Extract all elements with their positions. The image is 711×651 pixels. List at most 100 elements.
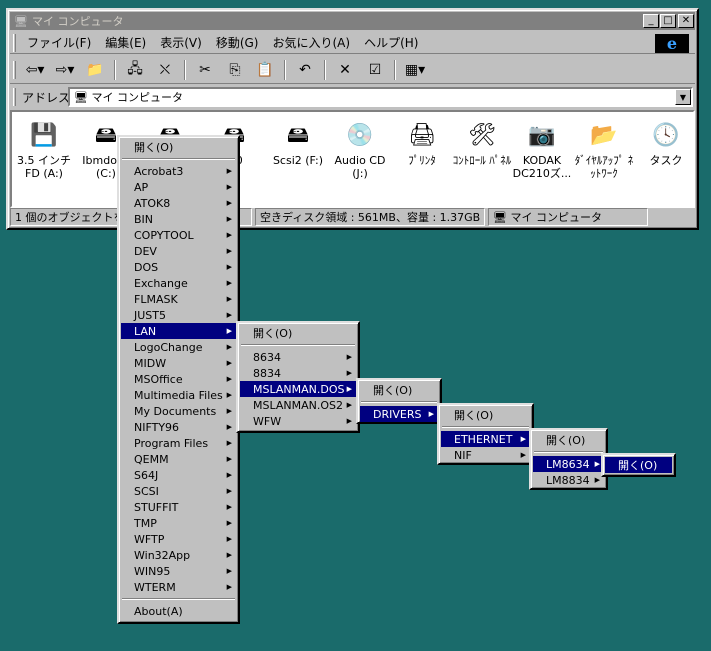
forward-icon[interactable]: ⇨▾ xyxy=(53,59,77,81)
menu-item-exchange[interactable]: Exchange ▶ xyxy=(121,275,236,291)
menu-item-my-documents[interactable]: My Documents ▶ xyxy=(121,403,236,419)
menu-item-about[interactable]: About(A) xyxy=(121,603,236,619)
menu-item-lm8834[interactable]: LM8834 ▶ xyxy=(533,472,604,488)
views-icon[interactable]: ▦▾ xyxy=(403,59,427,81)
menu-item-bin[interactable]: BIN ▶ xyxy=(121,211,236,227)
submenu-arrow-icon: ▶ xyxy=(226,503,232,511)
submenu-arrow-icon: ▶ xyxy=(226,423,232,431)
ie-logo-icon: e xyxy=(655,34,689,53)
menu-item-drivers[interactable]: DRIVERS ▶ xyxy=(360,406,438,422)
menu-item-lan[interactable]: LAN ▶ xyxy=(121,323,236,339)
menu-view[interactable]: 表示(V) xyxy=(153,34,209,51)
icon-label: ｺﾝﾄﾛｰﾙ ﾊﾟﾈﾙ xyxy=(452,154,512,167)
drive-j[interactable]: 💿 Audio CD (J:) xyxy=(330,120,390,180)
menu-item-open[interactable]: 開く(O) xyxy=(240,325,356,341)
menu-item-lm8634[interactable]: LM8634 ▶ xyxy=(533,456,604,472)
menu-edit[interactable]: 編集(E) xyxy=(98,34,153,51)
floppy-drive-icon: 💾 xyxy=(30,122,58,148)
menu-item-atok8[interactable]: ATOK8 ▶ xyxy=(121,195,236,211)
title-bar[interactable]: 🖥 マイ コンピュータ _ □ ✕ xyxy=(10,12,695,30)
menu-item-open[interactable]: 開く(O) xyxy=(441,407,530,423)
menu-item-label: MIDW xyxy=(134,356,167,370)
undo-icon[interactable]: ↶ xyxy=(293,59,317,81)
maximize-button[interactable]: □ xyxy=(660,14,676,28)
address-dropdown-button[interactable]: ▼ xyxy=(675,89,691,105)
delete-icon[interactable]: ✕ xyxy=(333,59,357,81)
disconnect-drive-icon[interactable]: ⛌ xyxy=(153,59,177,81)
menu-item-open[interactable]: 開く(O) xyxy=(360,382,438,398)
menu-item-s64j[interactable]: S64J ▶ xyxy=(121,467,236,483)
menu-item-wfw[interactable]: WFW ▶ xyxy=(240,413,356,429)
control-panel[interactable]: 🛠 ｺﾝﾄﾛｰﾙ ﾊﾟﾈﾙ xyxy=(452,120,512,167)
menu-item-program-files[interactable]: Program Files ▶ xyxy=(121,435,236,451)
menu-item-mslanman-os2[interactable]: MSLANMAN.OS2 ▶ xyxy=(240,397,356,413)
menu-item-ethernet[interactable]: ETHERNET ▶ xyxy=(441,431,530,447)
menu-item-win95[interactable]: WIN95 ▶ xyxy=(121,563,236,579)
menu-go[interactable]: 移動(G) xyxy=(209,34,266,51)
menu-item-dev[interactable]: DEV ▶ xyxy=(121,243,236,259)
icon-label: 3.5 インチ FD (A:) xyxy=(17,154,71,180)
submenu-arrow-icon: ▶ xyxy=(346,369,352,377)
menu-item-acrobat3[interactable]: Acrobat3 ▶ xyxy=(121,163,236,179)
menu-item-wftp[interactable]: WFTP ▶ xyxy=(121,531,236,547)
drive-a[interactable]: 💾 3.5 インチ FD (A:) xyxy=(14,120,74,180)
up-folder-icon[interactable]: 📁 xyxy=(83,59,107,81)
menu-item-multimedia-files[interactable]: Multimedia Files ▶ xyxy=(121,387,236,403)
scheduled-tasks-icon: 🕓 xyxy=(652,122,680,148)
icon-label: Audio CD (J:) xyxy=(334,154,386,180)
map-drive-icon[interactable]: 🖧 xyxy=(123,59,147,81)
menu-item-ap[interactable]: AP ▶ xyxy=(121,179,236,195)
drive-f[interactable]: 🖴 Scsi2 (F:) xyxy=(268,120,328,167)
menu-item-nif[interactable]: NIF ▶ xyxy=(441,447,530,463)
menu-item-dos[interactable]: DOS ▶ xyxy=(121,259,236,275)
printers-folder[interactable]: 🖨 ﾌﾟﾘﾝﾀ xyxy=(392,120,452,167)
menu-item-midw[interactable]: MIDW ▶ xyxy=(121,355,236,371)
menu-item-open[interactable]: 開く(O) xyxy=(121,139,236,155)
menu-item-wterm[interactable]: WTERM ▶ xyxy=(121,579,236,595)
cut-icon[interactable]: ✂ xyxy=(193,59,217,81)
copy-icon[interactable]: ⎘ xyxy=(223,59,247,81)
menu-item-just5[interactable]: JUST5 ▶ xyxy=(121,307,236,323)
scheduled-tasks[interactable]: 🕓 タスク xyxy=(636,120,696,167)
menu-item-copytool[interactable]: COPYTOOL ▶ xyxy=(121,227,236,243)
drivers-submenu: 開く(O) ETHERNET ▶ NIF ▶ xyxy=(437,403,534,465)
menu-item-nifty96[interactable]: NIFTY96 ▶ xyxy=(121,419,236,435)
addressbar-grip[interactable] xyxy=(13,88,16,106)
menubar-grip[interactable] xyxy=(13,33,16,52)
toolbar-grip[interactable] xyxy=(13,60,16,79)
close-button[interactable]: ✕ xyxy=(678,14,694,28)
menu-item-stuffit[interactable]: STUFFIT ▶ xyxy=(121,499,236,515)
menu-item-flmask[interactable]: FLMASK ▶ xyxy=(121,291,236,307)
menu-item-win32app[interactable]: Win32App ▶ xyxy=(121,547,236,563)
menu-favorites[interactable]: お気に入り(A) xyxy=(265,34,357,51)
back-icon[interactable]: ⇦▾ xyxy=(23,59,47,81)
menu-separator xyxy=(442,426,529,428)
menu-item-qemm[interactable]: QEMM ▶ xyxy=(121,451,236,467)
toolbar-separator xyxy=(284,59,286,80)
menu-item-msoffice[interactable]: MSOffice ▶ xyxy=(121,371,236,387)
menu-item-mslanman-dos[interactable]: MSLANMAN.DOS ▶ xyxy=(240,381,356,397)
menu-item-logochange[interactable]: LogoChange ▶ xyxy=(121,339,236,355)
menu-item-8834[interactable]: 8834 ▶ xyxy=(240,365,356,381)
menu-help[interactable]: ヘルプ(H) xyxy=(357,34,425,51)
kodak-camera[interactable]: 📷 KODAK DC210ズ... xyxy=(512,120,572,180)
submenu-arrow-icon: ▶ xyxy=(346,353,352,361)
menu-item-scsi[interactable]: SCSI ▶ xyxy=(121,483,236,499)
menu-item-open[interactable]: 開く(O) xyxy=(533,432,604,448)
icon-label: ﾌﾟﾘﾝﾀ xyxy=(408,154,436,167)
menu-item-tmp[interactable]: TMP ▶ xyxy=(121,515,236,531)
submenu-arrow-icon: ▶ xyxy=(226,263,232,271)
submenu-arrow-icon: ▶ xyxy=(520,435,526,443)
menu-item-8634[interactable]: 8634 ▶ xyxy=(240,349,356,365)
menu-item-open[interactable]: 開く(O) xyxy=(605,457,672,473)
minimize-button[interactable]: _ xyxy=(643,14,659,28)
dialup-network[interactable]: 📂 ﾀﾞｲﾔﾙｱｯﾌﾟ ﾈｯﾄﾜｰｸ xyxy=(574,120,634,180)
address-input[interactable]: 🖥 マイ コンピュータ ▼ xyxy=(68,87,693,107)
menu-item-label: BIN xyxy=(134,212,154,226)
submenu-arrow-icon: ▶ xyxy=(226,455,232,463)
properties-icon[interactable]: ☑ xyxy=(363,59,387,81)
icon-label: KODAK DC210ズ... xyxy=(512,154,572,180)
paste-icon[interactable]: 📋 xyxy=(253,59,277,81)
menu-file[interactable]: ファイル(F) xyxy=(20,34,98,51)
file-view: 💾3.5 インチ FD (A:) 🖴Ibmdos6 (C:) 🖴 🖴...0 🖴… xyxy=(10,110,695,208)
